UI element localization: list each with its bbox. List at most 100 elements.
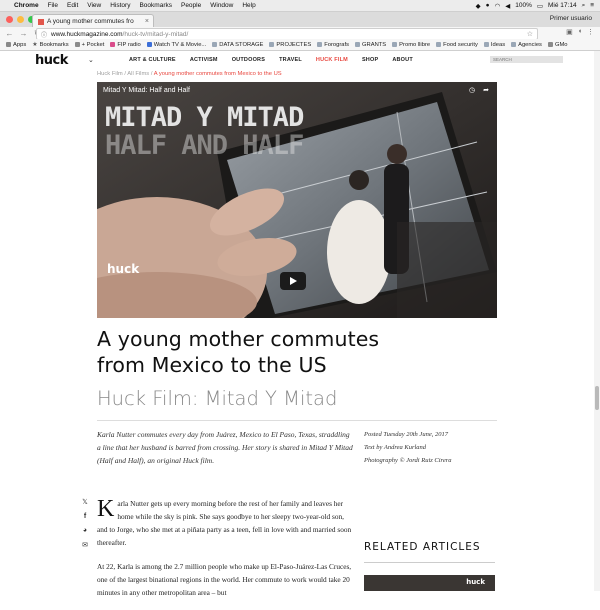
clock[interactable]: Mié 17:14 — [548, 2, 577, 9]
page-info-icon[interactable]: ⓘ — [41, 30, 47, 39]
paragraph: Karla Nutter gets up every morning befor… — [97, 497, 355, 549]
bookmark-food-security[interactable]: Food security — [436, 42, 478, 48]
extension-icon[interactable]: ▣ — [566, 28, 573, 36]
breadcrumb: Huck Film / All Films / A young mother c… — [97, 71, 282, 77]
video-overlay-subtitle: HALF AND HALF — [105, 130, 304, 161]
apps-icon — [6, 42, 11, 47]
bookmark-forografs[interactable]: Forografs — [317, 42, 349, 48]
battery-icon[interactable]: ▭ — [537, 2, 543, 10]
evernote-icon[interactable]: ● — [486, 2, 490, 9]
menu-file[interactable]: File — [48, 2, 58, 9]
tv-icon — [146, 42, 152, 47]
related-article-thumbnail[interactable]: huck — [364, 575, 495, 591]
chrome-menu-icon[interactable]: ⋮ — [587, 28, 594, 36]
article-byline: Posted Tuesday 20th June, 2017 Text by A… — [364, 428, 499, 467]
facebook-icon[interactable]: f — [80, 513, 90, 520]
bookmark-label: DATA STORAGE — [219, 41, 264, 48]
window-controls — [6, 16, 35, 23]
pocket-icon[interactable]: ◖ — [578, 28, 582, 36]
menu-window[interactable]: Window — [210, 2, 233, 9]
article-headline: A young mother commutes from Mexico to t… — [97, 326, 497, 378]
paragraph: At 22, Karla is among the 2.7 million pe… — [97, 562, 352, 597]
close-tab-icon[interactable]: × — [145, 18, 149, 25]
share-bar: 𝕏 f ◕ ✉ — [80, 498, 90, 549]
menu-help[interactable]: Help — [242, 2, 255, 9]
url-path: /huck-tv/mitad-y-mitad/ — [122, 30, 189, 38]
drop-cap: K — [97, 496, 115, 522]
divider — [97, 420, 497, 421]
share-icon[interactable]: ➦ — [483, 86, 489, 94]
nav-travel[interactable]: TRAVEL — [279, 57, 302, 63]
bookmark-bookmarks[interactable]: ★ Bookmarks — [32, 41, 68, 49]
reddit-icon[interactable]: ◕ — [80, 527, 90, 534]
bookmark-data-storage[interactable]: DATA STORAGE — [212, 42, 263, 48]
bookmark-apps[interactable]: Apps — [6, 42, 26, 48]
bookmark-star-icon[interactable]: ☆ — [527, 30, 533, 38]
browser-tab[interactable]: A young mother commutes fro × — [32, 14, 154, 28]
fip-icon — [110, 42, 116, 47]
play-button[interactable] — [280, 272, 306, 290]
bookmark-label: Agencies — [518, 41, 542, 48]
menu-list-icon[interactable]: ≡ — [590, 2, 594, 9]
video-player[interactable]: MITAD Y MITAD HALF AND HALF Mitad Y Mita… — [97, 82, 497, 318]
bookmark-fip-radio[interactable]: FIP radio — [110, 42, 141, 48]
breadcrumb-all-films[interactable]: All Films — [127, 71, 149, 77]
nav-about[interactable]: ABOUT — [392, 57, 413, 63]
menu-edit[interactable]: Edit — [67, 2, 78, 9]
search-submit-button[interactable] — [553, 56, 563, 63]
bookmark-gmo[interactable]: GMo — [547, 42, 568, 48]
menu-chrome[interactable]: Chrome — [14, 2, 39, 9]
nav-shop[interactable]: SHOP — [362, 57, 378, 63]
watch-later-icon[interactable]: ◷ — [469, 86, 475, 94]
folder-icon — [511, 42, 517, 47]
bookmark-watch-tv[interactable]: Watch TV & Movie... — [146, 42, 206, 48]
tab-strip: A young mother commutes fro × Primer usu… — [0, 12, 600, 28]
article-body: Karla Nutter gets up every morning befor… — [97, 497, 355, 610]
video-title[interactable]: Mitad Y Mitad: Half and Half — [103, 87, 190, 94]
bookmark-promo-llibre[interactable]: Promo llibre — [392, 42, 430, 48]
bookmarks-bar: Apps ★ Bookmarks + Pocket FIP radio Watch… — [0, 39, 600, 51]
volume-icon[interactable]: ◀ — [505, 2, 510, 10]
bookmark-grants[interactable]: GRANTS — [355, 42, 386, 48]
menu-people[interactable]: People — [181, 2, 201, 9]
profile-button[interactable]: Primer usuario — [550, 15, 592, 22]
email-icon[interactable]: ✉ — [80, 541, 90, 549]
forward-icon[interactable]: → — [19, 29, 28, 38]
bookmark-projectes[interactable]: PROJECTES — [269, 42, 311, 48]
page-scrollbar[interactable] — [594, 51, 600, 591]
bookmark-label: Forografs — [324, 41, 350, 48]
search-icon[interactable]: ⌕ — [582, 2, 586, 10]
back-icon[interactable]: ← — [5, 29, 14, 38]
folder-icon — [212, 42, 218, 47]
site-logo[interactable]: huck — [35, 53, 68, 68]
browser-toolbar: ← → ↻ ⓘ www.huckmagazine.com/huck-tv/mit… — [0, 27, 600, 40]
dropbox-icon[interactable]: ◆ — [476, 2, 481, 10]
bookmark-ideas[interactable]: Ideas — [483, 41, 506, 48]
menu-view[interactable]: View — [87, 2, 101, 9]
scrollbar-thumb[interactable] — [595, 386, 599, 410]
breadcrumb-huck-film[interactable]: Huck Film — [97, 71, 123, 77]
bookmark-label: Promo llibre — [399, 41, 431, 48]
minimize-window-button[interactable] — [17, 16, 24, 23]
article-subhead: Huck Film: Mitad Y Mitad — [97, 387, 338, 410]
bookmark-label: Ideas — [490, 41, 506, 48]
twitter-icon[interactable]: 𝕏 — [80, 498, 90, 506]
folder-icon — [355, 42, 361, 47]
folder-icon — [436, 42, 442, 47]
bookmark-label: Food security — [443, 41, 478, 48]
nav-outdoors[interactable]: OUTDOORS — [232, 57, 265, 63]
nav-art-culture[interactable]: ART & CULTURE — [129, 57, 176, 63]
menu-history[interactable]: History — [110, 2, 130, 9]
wifi-icon[interactable]: ◠ — [495, 2, 501, 10]
bookmark-agencies[interactable]: Agencies — [511, 42, 542, 48]
nav-huck-film[interactable]: HUCK FILM — [316, 57, 348, 63]
close-window-button[interactable] — [6, 16, 13, 23]
nav-activism[interactable]: ACTIVISM — [190, 57, 218, 63]
menu-bookmarks[interactable]: Bookmarks — [139, 2, 172, 9]
page-icon — [547, 42, 553, 47]
video-watermark: huck — [107, 262, 140, 276]
chevron-down-icon[interactable]: ⌄ — [88, 56, 94, 64]
site-search-input[interactable] — [490, 56, 553, 63]
folder-icon — [317, 42, 323, 47]
bookmark-pocket[interactable]: + Pocket — [74, 42, 104, 48]
